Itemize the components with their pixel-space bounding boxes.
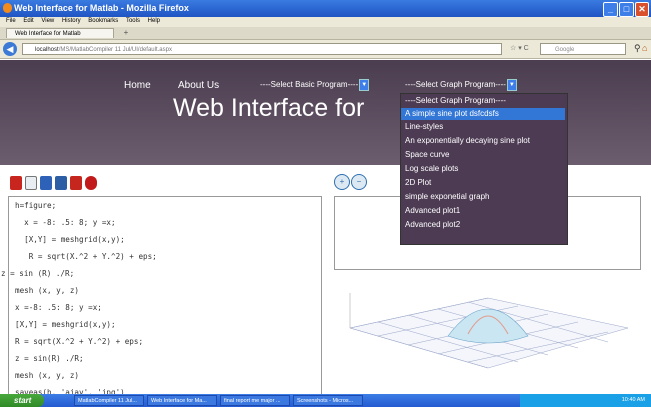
code-line: R = sqrt(X.^2 + Y.^2) + eps;	[15, 252, 157, 261]
menu-view[interactable]: View	[41, 18, 54, 24]
url-bar[interactable]: localhost/MS/MatlabCompiler 11 Jul/UI/de…	[22, 43, 502, 55]
bookmark-star-icon[interactable]: ☆ ▾ C	[510, 44, 529, 52]
menu-help[interactable]: Help	[148, 18, 160, 24]
graph-program-select[interactable]: ----Select Graph Program---- ▼	[405, 79, 517, 91]
code-line: R = sqrt(X.^2 + Y.^2) + eps;	[15, 337, 144, 346]
window-title: Web Interface for Matlab - Mozilla Firef…	[14, 3, 189, 13]
graph-program-dropdown[interactable]: ----Select Graph Program---- A simple si…	[400, 93, 568, 245]
chevron-down-icon: ▼	[359, 79, 370, 91]
dropdown-option-selected[interactable]: A simple sine plot dsfcdsfs	[401, 108, 565, 120]
start-button[interactable]: start	[0, 394, 44, 407]
code-line: [X,Y] = meshgrid(x,y);	[15, 235, 125, 244]
taskbar-item[interactable]: Screenshots - Micros...	[293, 395, 363, 406]
menu-tools[interactable]: Tools	[126, 18, 140, 24]
dropdown-option[interactable]: 2D Plot	[401, 177, 565, 189]
taskbar-item[interactable]: final report me major ...	[220, 395, 290, 406]
url-host: localhost	[35, 47, 59, 53]
code-line: [X,Y] = meshgrid(x,y);	[15, 320, 116, 329]
print-icon[interactable]	[55, 176, 67, 190]
code-editor[interactable]: h=figure; x = -8: .5: 8; y =x; [X,Y] = m…	[1, 196, 322, 404]
home-icon[interactable]: ⌂	[642, 43, 647, 53]
url-path: /MS/MatlabCompiler 11 Jul/UI/default.asp…	[58, 47, 172, 53]
back-arrow-icon[interactable]: ◀	[3, 42, 17, 56]
code-line: x =-8: .5: 8; y =x;	[15, 303, 102, 312]
tab-bar: Web Interface for Matlab +	[0, 27, 651, 40]
dropdown-option[interactable]: Advanced plot2	[401, 219, 565, 231]
firefox-icon	[3, 3, 12, 13]
tab-web-interface[interactable]: Web Interface for Matlab	[6, 28, 114, 38]
navigation-bar: ◀ localhost/MS/MatlabCompiler 11 Jul/UI/…	[0, 40, 651, 59]
nav-about-link[interactable]: About Us	[178, 80, 219, 91]
menu-edit[interactable]: Edit	[23, 18, 33, 24]
code-line: h=figure;	[15, 201, 57, 210]
minimize-button[interactable]: _	[603, 2, 618, 17]
basic-program-select[interactable]: ----Select Basic Program---- ▼	[260, 79, 370, 91]
zoom-out-icon[interactable]: −	[351, 174, 367, 190]
new-tab-button[interactable]: +	[118, 28, 134, 38]
dropdown-option[interactable]: simple exponetial graph	[401, 191, 565, 203]
graph-program-label: ----Select Graph Program----	[405, 80, 506, 90]
nav-home-link[interactable]: Home	[124, 80, 151, 91]
basic-program-label: ----Select Basic Program----	[260, 80, 359, 90]
dropdown-option[interactable]: An exponentially decaying sine plot	[401, 135, 565, 147]
menu-file[interactable]: File	[6, 18, 16, 24]
stop-icon[interactable]	[85, 176, 97, 190]
menu-bookmarks[interactable]: Bookmarks	[88, 18, 118, 24]
folder-red-icon[interactable]	[70, 176, 82, 190]
dropdown-option[interactable]: Advanced plot1	[401, 205, 565, 217]
menu-history[interactable]: History	[62, 18, 81, 24]
dropdown-option[interactable]: Line-styles	[401, 121, 565, 133]
menubar: File Edit View History Bookmarks Tools H…	[0, 17, 651, 27]
system-tray: 10:40 AM	[520, 394, 651, 407]
refresh-icon[interactable]	[25, 176, 37, 190]
windows-taskbar: start MatlabCompiler 11 Jul... Web Inter…	[0, 394, 651, 407]
floppy-icon[interactable]	[40, 176, 52, 190]
maximize-button[interactable]: □	[619, 2, 634, 17]
taskbar-item[interactable]: Web Interface for Ma...	[147, 395, 217, 406]
mesh-plot-image	[349, 293, 629, 369]
close-button[interactable]: ✕	[635, 2, 649, 17]
code-line: mesh (x, y, z)	[15, 371, 80, 380]
dropdown-option[interactable]: ----Select Graph Program----	[401, 95, 565, 107]
code-line: mesh (x, y, z)	[15, 286, 80, 295]
clock: 10:40 AM	[621, 397, 645, 403]
search-input[interactable]: Google	[540, 43, 626, 55]
page-title: Web Interface for	[173, 94, 365, 122]
window-titlebar: Web Interface for Matlab - Mozilla Firef…	[0, 0, 651, 17]
code-line: x = -8: .5: 8; y =x;	[15, 218, 116, 227]
search-icon[interactable]: ⚲	[634, 43, 641, 54]
code-line: z = sin(R) ./R;	[15, 354, 84, 363]
code-line: z = sin (R) ./R;	[1, 269, 75, 278]
chevron-down-icon: ▼	[506, 79, 517, 91]
dropdown-option[interactable]: Log scale plots	[401, 163, 565, 175]
taskbar-item[interactable]: MatlabCompiler 11 Jul...	[74, 395, 144, 406]
zoom-in-icon[interactable]: +	[334, 174, 350, 190]
dropdown-option[interactable]: Space curve	[401, 149, 565, 161]
save-red-icon[interactable]	[10, 176, 22, 190]
